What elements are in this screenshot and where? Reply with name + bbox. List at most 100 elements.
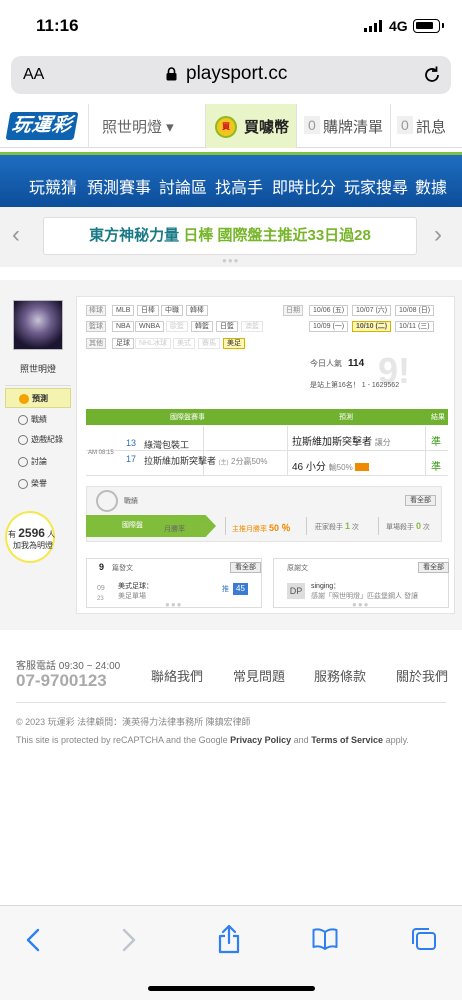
team-number: 13 — [126, 438, 137, 448]
nav-item-guess[interactable]: 玩競猜 — [29, 174, 77, 198]
nav-item-player-search[interactable]: 玩家搜尋 — [344, 174, 408, 198]
footer-link-faq[interactable]: 常見問題 — [233, 666, 285, 685]
medal-icon — [18, 479, 28, 489]
fan-subtitle: 加我為明燈 — [13, 541, 53, 550]
terms-link[interactable]: Terms of Service — [311, 735, 383, 745]
pick-text: 46 小分 輸50% — [292, 458, 370, 473]
result-correct: 準 — [431, 437, 441, 448]
filter-tag[interactable]: 韓棒 — [186, 305, 208, 316]
service-phone[interactable]: 07-9700123 — [16, 671, 107, 691]
date-tag[interactable]: 10/09 (一) — [309, 321, 349, 332]
chat-icon — [18, 415, 28, 425]
lamp-dropdown[interactable]: 照世明燈 ▾ — [102, 116, 174, 137]
profile-name: 照世明燈 — [5, 362, 71, 386]
site-logo[interactable]: 玩運彩 — [5, 112, 79, 140]
profile-menu-record[interactable]: 戰績 — [5, 410, 71, 430]
promo-text-b: 日棒 國際盤主推近33日過28 — [183, 227, 371, 244]
filter-tag: 歐籃 — [166, 321, 188, 332]
date-tag-selected[interactable]: 10/10 (二) — [352, 321, 392, 332]
replies-label: 原謝文 — [287, 565, 308, 572]
filter-tag[interactable]: 中職 — [161, 305, 183, 316]
site-header: 玩運彩 照世明燈 ▾ 買 買噱幣 0 購牌清單 0 訊息 — [0, 104, 462, 148]
promo-banner[interactable]: 東方神秘力量 日棒 國際盤主推近33日過28 — [43, 217, 417, 255]
header-pick: 預測 — [339, 414, 353, 421]
footer-link-terms[interactable]: 服務條款 — [314, 666, 366, 685]
divider — [88, 104, 89, 148]
divider — [225, 517, 226, 535]
post-title[interactable]: 美式足球： 美足單場 — [118, 582, 153, 602]
profile-menu-honor[interactable]: 榮譽 — [5, 474, 71, 494]
record-view-all-button[interactable]: 看全部 — [405, 495, 436, 506]
date-tag[interactable]: 10/11 (三) — [395, 321, 434, 332]
prediction-table-header: 國際盤賽事 預測 結果 — [86, 409, 448, 425]
nav-item-predict[interactable]: 預測賽事 — [87, 174, 151, 198]
coin-icon: 買 — [215, 116, 237, 138]
filter-label-basketball: 籃球 — [86, 321, 106, 332]
address-bar[interactable]: AA playsport.cc — [11, 56, 451, 94]
forward-icon[interactable] — [120, 928, 138, 952]
nav-item-forum[interactable]: 討論區 — [159, 174, 207, 198]
url-text[interactable]: playsport.cc — [186, 63, 287, 85]
divider — [390, 104, 391, 148]
status-time: 11:16 — [36, 16, 79, 35]
header-result: 結果 — [431, 414, 445, 421]
filter-tag[interactable]: 日籃 — [216, 321, 238, 332]
buy-coins-button[interactable]: 買 買噱幣 — [205, 104, 297, 148]
nav-item-data[interactable]: 數據 — [415, 174, 447, 198]
date-label: 日期 — [283, 305, 303, 316]
reload-icon[interactable] — [422, 65, 442, 85]
team-name[interactable]: 綠灣包裝工 — [144, 438, 189, 451]
service-hours: 客服電話 09:30 ~ 24:00 — [16, 661, 121, 672]
home-indicator — [148, 986, 315, 991]
tabs-icon[interactable] — [410, 926, 438, 952]
profile-menu-predict[interactable]: 預測 — [5, 388, 71, 408]
nav-item-experts[interactable]: 找高手 — [215, 174, 263, 198]
filter-tag: 澳籃 — [241, 321, 263, 332]
posts-view-all-button[interactable]: 看全部 — [230, 562, 261, 573]
divider — [287, 426, 288, 476]
footer-link-about[interactable]: 關於我們 — [396, 666, 448, 685]
target-icon — [96, 490, 118, 512]
date-tag[interactable]: 10/07 (六) — [352, 305, 392, 316]
text-size-button[interactable]: AA — [23, 66, 44, 84]
main-pick-icon — [355, 463, 370, 472]
filter-tag[interactable]: 韓籃 — [191, 321, 213, 332]
share-icon[interactable] — [217, 924, 241, 954]
filter-tag: 賽馬 — [198, 338, 220, 349]
promo-text-a: 東方神秘力量 — [89, 227, 180, 244]
filter-tag[interactable]: WNBA — [135, 321, 164, 332]
filter-label-baseball: 棒球 — [86, 305, 106, 316]
carousel-prev-button[interactable]: ‹ — [12, 221, 20, 249]
replies-view-all-button[interactable]: 看全部 — [418, 562, 449, 573]
filter-tag[interactable]: 日棒 — [137, 305, 159, 316]
back-icon[interactable] — [24, 928, 42, 952]
team-name[interactable]: 拉斯維加斯突擊者 (主) 2分贏50% — [144, 454, 268, 467]
filter-tag[interactable]: MLB — [112, 305, 135, 316]
pick-text: 拉斯維加斯突擊者 讓分 — [292, 437, 391, 448]
dealer-killer: 莊家殺手 1 次 — [315, 521, 359, 531]
bookmarks-icon[interactable] — [312, 928, 338, 950]
nav-item-live-score[interactable]: 即時比分 — [272, 174, 336, 198]
filter-tag[interactable]: 足球 — [112, 338, 134, 349]
footer-link-contact[interactable]: 聯絡我們 — [151, 666, 203, 685]
divider — [378, 517, 379, 535]
date-tag[interactable]: 10/06 (五) — [309, 305, 349, 316]
cart-link[interactable]: 購牌清單 — [323, 116, 383, 137]
pagination-dots: ●●● — [165, 600, 183, 609]
push-label: 推 — [222, 586, 229, 593]
carousel-next-button[interactable]: › — [434, 221, 442, 249]
profile-menu-discuss[interactable]: 討論 — [5, 452, 71, 472]
privacy-policy-link[interactable]: Privacy Policy — [230, 735, 291, 745]
avatar[interactable] — [13, 300, 63, 350]
reply-text[interactable]: singing： 感謝「照世明燈」匹茲堡鋼人 發讓 — [311, 582, 418, 602]
date-tag[interactable]: 10/08 (日) — [395, 305, 435, 316]
profile-menu-game-log[interactable]: 遊戲紀錄 — [5, 430, 71, 450]
divider — [425, 426, 426, 476]
messages-link[interactable]: 訊息 — [416, 116, 446, 137]
predict-icon — [19, 394, 29, 404]
network-type: 4G — [389, 18, 408, 34]
filter-tag[interactable]: NBA — [112, 321, 135, 332]
signal-icon — [364, 20, 382, 32]
recaptcha-notice: This site is protected by reCAPTCHA and … — [16, 735, 409, 745]
filter-tag-selected[interactable]: 美足 — [223, 338, 245, 349]
